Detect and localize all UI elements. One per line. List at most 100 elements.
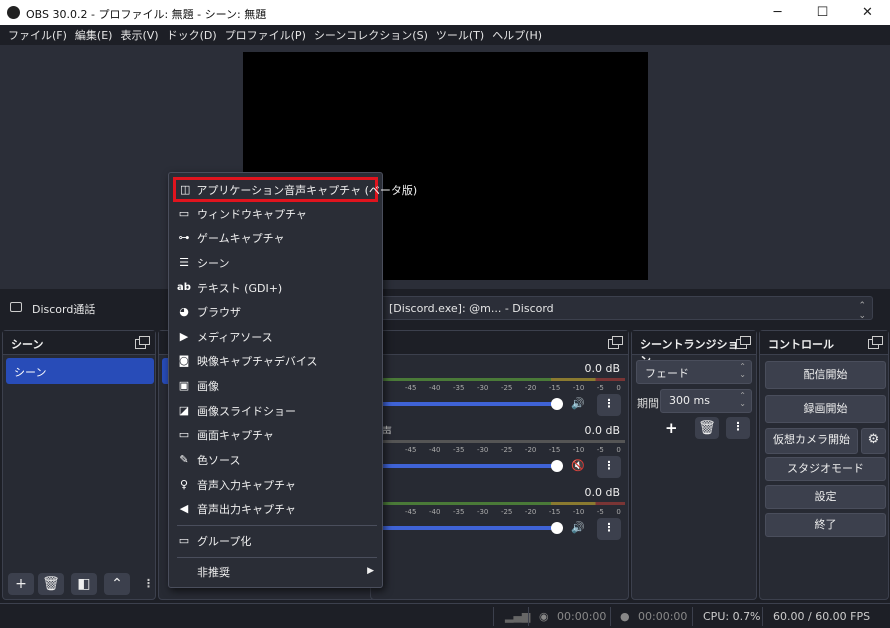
channel-3-volume-slider[interactable]	[379, 526, 557, 530]
divider	[493, 607, 494, 626]
scene-transitions-dock: シーントランジション フェード ⌃⌄ 期間 300 ms ⌃⌄ + 🗑 ⋮	[631, 330, 757, 600]
menu-item-display-capture[interactable]: ▭ 画面キャプチャ	[173, 423, 378, 447]
exit-button[interactable]: 終了	[765, 513, 886, 537]
start-streaming-button[interactable]: 配信開始	[765, 361, 886, 389]
transition-properties-button[interactable]: ⋮	[726, 417, 750, 439]
stream-time: 00:00:00	[557, 610, 607, 623]
add-transition-button[interactable]: +	[665, 419, 678, 437]
play-icon: ▶	[179, 330, 189, 343]
scene-more-icon[interactable]: ⋮	[143, 577, 154, 590]
maximize-button[interactable]: ☐	[800, 0, 845, 25]
gear-icon[interactable]: ⚙	[861, 428, 886, 454]
minimize-button[interactable]: ─	[755, 0, 800, 25]
monitor-icon: ▭	[178, 428, 190, 441]
channel-2-slider-knob[interactable]	[551, 460, 563, 472]
menu-item-video-capture-device[interactable]: ◙ 映像キャプチャデバイス	[173, 349, 378, 373]
menu-item-game-capture[interactable]: ⊶ ゲームキャプチャ	[173, 226, 378, 250]
menu-item-deprecated[interactable]: 非推奨 ▶	[173, 560, 378, 584]
menu-item-window-capture[interactable]: ▭ ウィンドウキャプチャ	[173, 202, 378, 226]
source-toolbar: Discord通話 [Discord.exe]: @m... - Discord…	[0, 292, 890, 324]
transition-select[interactable]: フェード ⌃ ⌄	[636, 360, 752, 384]
channel-2-ticks: -45 -40 -35 -30 -25 -20 -15 -10 -5 0	[405, 446, 621, 454]
muted-speaker-icon[interactable]: 🔇	[571, 459, 585, 472]
obs-logo-icon	[7, 6, 20, 19]
slideshow-icon: ◪	[178, 404, 190, 417]
popout-icon[interactable]	[608, 336, 623, 349]
menu-help[interactable]: ヘルプ(H)	[488, 27, 546, 43]
start-virtual-camera-button[interactable]: 仮想カメラ開始	[765, 428, 858, 454]
updown-icon: ⌃ ⌄	[739, 362, 746, 379]
menu-file[interactable]: ファイル(F)	[4, 27, 71, 43]
popout-icon[interactable]	[135, 336, 150, 349]
channel-1-volume-slider[interactable]	[379, 402, 557, 406]
channel-1-menu-button[interactable]: ⋮	[597, 394, 621, 416]
scene-list-item[interactable]: シーン	[6, 358, 154, 384]
scenes-header: シーン	[3, 331, 155, 355]
channel-3-menu-button[interactable]: ⋮	[597, 518, 621, 540]
menu-item-app-audio-capture[interactable]: ◫ アプリケーション音声キャプチャ (ベータ版)	[173, 177, 417, 202]
menu-item-browser[interactable]: ◕ ブラウザ	[173, 300, 378, 324]
add-source-context-menu: ◫ アプリケーション音声キャプチャ (ベータ版) ▭ ウィンドウキャプチャ ⊶ ゲーム…	[168, 172, 417, 588]
list-icon: ☰	[179, 256, 189, 269]
add-scene-button[interactable]: +	[8, 573, 34, 595]
duration-label: 期間	[637, 397, 659, 410]
image-icon: ▣	[178, 379, 190, 392]
signal-bars-icon: ▂▄▆	[505, 610, 531, 623]
scene-filter-button[interactable]: ◧	[71, 573, 97, 595]
start-recording-button[interactable]: 録画開始	[765, 395, 886, 423]
menu-item-audio-output-capture[interactable]: ◀ 音声出力キャプチャ	[173, 497, 378, 521]
remove-transition-button[interactable]: 🗑	[695, 417, 719, 439]
divider	[692, 607, 693, 626]
record-time: 00:00:00	[638, 610, 688, 623]
window-select-value: [Discord.exe]: @m... - Discord	[389, 302, 554, 315]
close-button[interactable]: ✕	[845, 0, 890, 25]
controls-dock: コントロール 配信開始 録画開始 仮想カメラ開始 ⚙ スタジオモード 設定 終了	[759, 330, 889, 600]
channel-2-db: 0.0 dB	[584, 424, 620, 437]
brush-icon: ✎	[179, 453, 189, 466]
stream-status-icon: ◉	[539, 610, 549, 623]
camera-icon: ◙	[178, 354, 190, 367]
menu-tools[interactable]: ツール(T)	[432, 27, 488, 43]
menu-item-color-source[interactable]: ✎ 色ソース	[173, 448, 378, 472]
menu-item-scene[interactable]: ☰ シーン	[173, 251, 378, 275]
duration-spinbox[interactable]: 300 ms ⌃ ⌄	[660, 389, 752, 413]
menu-item-text-gdi[interactable]: ab テキスト (GDI+)	[173, 276, 378, 300]
menu-scene-collection[interactable]: シーンコレクション(S)	[310, 27, 432, 43]
speaker-icon[interactable]: 🔊	[571, 521, 585, 534]
channel-2-menu-button[interactable]: ⋮	[597, 456, 621, 478]
move-scene-up-button[interactable]: ⌃	[104, 573, 130, 595]
channel-3-ticks: -45 -40 -35 -30 -25 -20 -15 -10 -5 0	[405, 508, 621, 516]
menu-item-group[interactable]: ▭ グループ化	[173, 529, 378, 553]
menu-edit[interactable]: 編集(E)	[71, 27, 117, 43]
folder-icon: ▭	[178, 534, 190, 547]
settings-button[interactable]: 設定	[765, 485, 886, 509]
menu-separator	[177, 557, 377, 558]
menu-docks[interactable]: ドック(D)	[163, 27, 221, 43]
remove-scene-button[interactable]: 🗑	[38, 573, 64, 595]
menu-item-audio-input-capture[interactable]: ♀ 音声入力キャプチャ	[173, 473, 378, 497]
divider	[528, 607, 529, 626]
studio-mode-button[interactable]: スタジオモード	[765, 457, 886, 481]
menu-item-image[interactable]: ▣ 画像	[173, 374, 378, 398]
menu-item-media-source[interactable]: ▶ メディアソース	[173, 325, 378, 349]
speaker-icon[interactable]: 🔊	[571, 397, 585, 410]
channel-1-db: 0.0 dB	[584, 362, 620, 375]
channel-2-meter	[379, 440, 625, 443]
channel-1-ticks: -45 -40 -35 -30 -25 -20 -15 -10 -5 0	[405, 384, 621, 392]
menu-separator	[177, 525, 377, 526]
cpu-usage: CPU: 0.7%	[703, 610, 761, 623]
popout-icon[interactable]	[868, 336, 883, 349]
duration-value: 300 ms	[669, 394, 710, 407]
popout-icon[interactable]	[736, 336, 751, 349]
channel-3-slider-knob[interactable]	[551, 522, 563, 534]
divider	[610, 607, 611, 626]
app-audio-icon: ◫	[180, 182, 191, 196]
channel-1-slider-knob[interactable]	[551, 398, 563, 410]
window-select[interactable]: [Discord.exe]: @m... - Discord ⌃ ⌄	[380, 296, 873, 321]
menu-view[interactable]: 表示(V)	[116, 27, 162, 43]
menu-profile[interactable]: プロファイル(P)	[221, 27, 310, 43]
globe-icon: ◕	[179, 305, 189, 318]
channel-2-volume-slider[interactable]	[379, 464, 557, 468]
menu-item-image-slideshow[interactable]: ◪ 画像スライドショー	[173, 399, 378, 423]
record-status-icon: ●	[620, 610, 630, 623]
